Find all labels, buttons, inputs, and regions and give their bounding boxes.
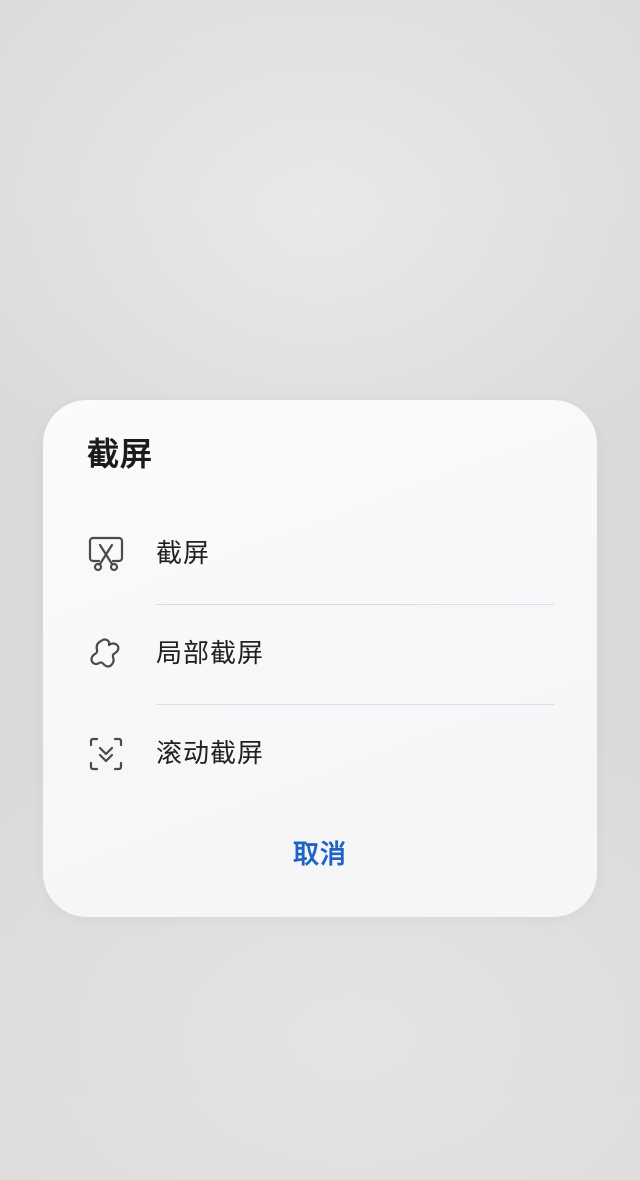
- option-partial-screenshot[interactable]: 局部截屏: [43, 604, 597, 704]
- cancel-button[interactable]: 取消: [220, 828, 420, 882]
- screenshot-scissors-icon: [87, 535, 125, 573]
- partial-screenshot-shape-icon: [87, 635, 125, 673]
- screenshot-dialog: 截屏 截屏 局部截屏 滚动截屏 取消: [43, 400, 597, 917]
- dialog-title: 截屏: [87, 435, 154, 473]
- option-partial-screenshot-label: 局部截屏: [156, 639, 265, 669]
- scroll-screenshot-icon: [87, 735, 125, 773]
- option-scroll-screenshot[interactable]: 滚动截屏: [43, 704, 597, 804]
- option-scroll-screenshot-label: 滚动截屏: [156, 739, 265, 769]
- option-screenshot[interactable]: 截屏: [43, 504, 597, 604]
- option-screenshot-label: 截屏: [156, 539, 211, 569]
